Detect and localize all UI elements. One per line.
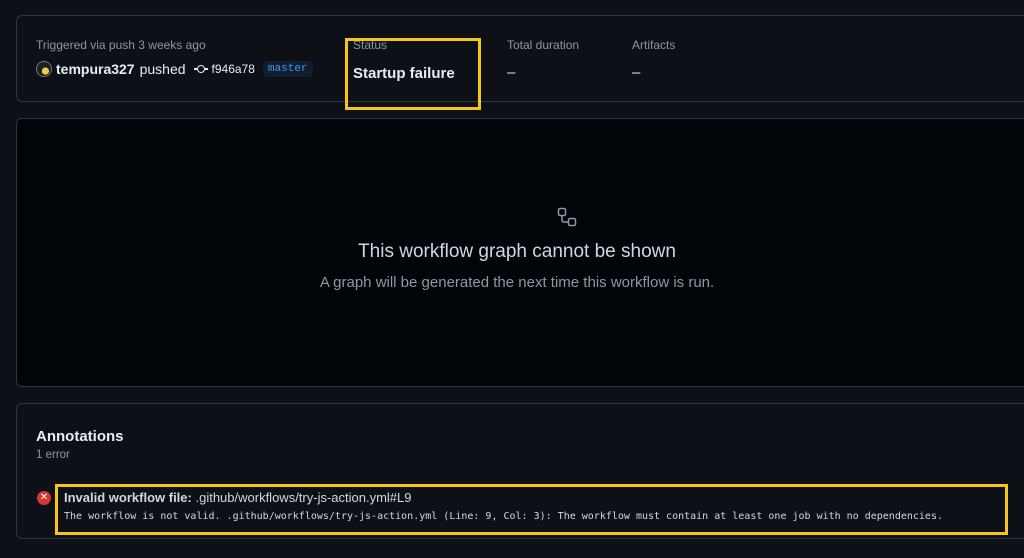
workflow-icon [557,207,577,227]
artifacts-section: Artifacts – [632,38,675,82]
commit-sha-link[interactable]: f946a78 [212,62,255,76]
annotation-label: Invalid workflow file: [64,490,192,505]
trigger-text: Triggered via push 3 weeks ago [36,38,206,52]
annotation-heading[interactable]: Invalid workflow file: .github/workflows… [64,490,412,505]
artifacts-value: – [632,64,641,81]
duration-value: – [507,64,516,81]
error-x-icon: ✕ [37,491,51,505]
trigger-info: Triggered via push 3 weeks ago [36,38,206,52]
pushed-text: pushed [139,61,186,77]
git-commit-icon [193,64,208,74]
annotation-file-link[interactable]: .github/workflows/try-js-action.yml#L9 [195,490,411,505]
duration-section: Total duration – [507,38,579,82]
graph-subtitle: A graph will be generated the next time … [319,274,715,291]
push-info: tempura327 pushed f946a78 master [36,61,313,77]
avatar[interactable] [36,61,52,77]
annotations-count: 1 error [36,449,70,461]
status-highlight-box [345,38,481,110]
workflow-graph-card: This workflow graph cannot be shown A gr… [16,118,1024,387]
branch-badge[interactable]: master [262,61,313,77]
user-link[interactable]: tempura327 [56,61,135,77]
duration-label: Total duration [507,38,580,52]
annotations-title: Annotations [36,428,124,445]
run-summary-card: Triggered via push 3 weeks ago tempura32… [16,15,1024,110]
graph-title: This workflow graph cannot be shown [358,241,676,262]
annotation-message: The workflow is not valid. .github/workf… [64,511,943,522]
annotations-card: Annotations 1 error ✕ Invalid workflow f… [16,403,1024,539]
artifacts-label: Artifacts [632,38,676,52]
